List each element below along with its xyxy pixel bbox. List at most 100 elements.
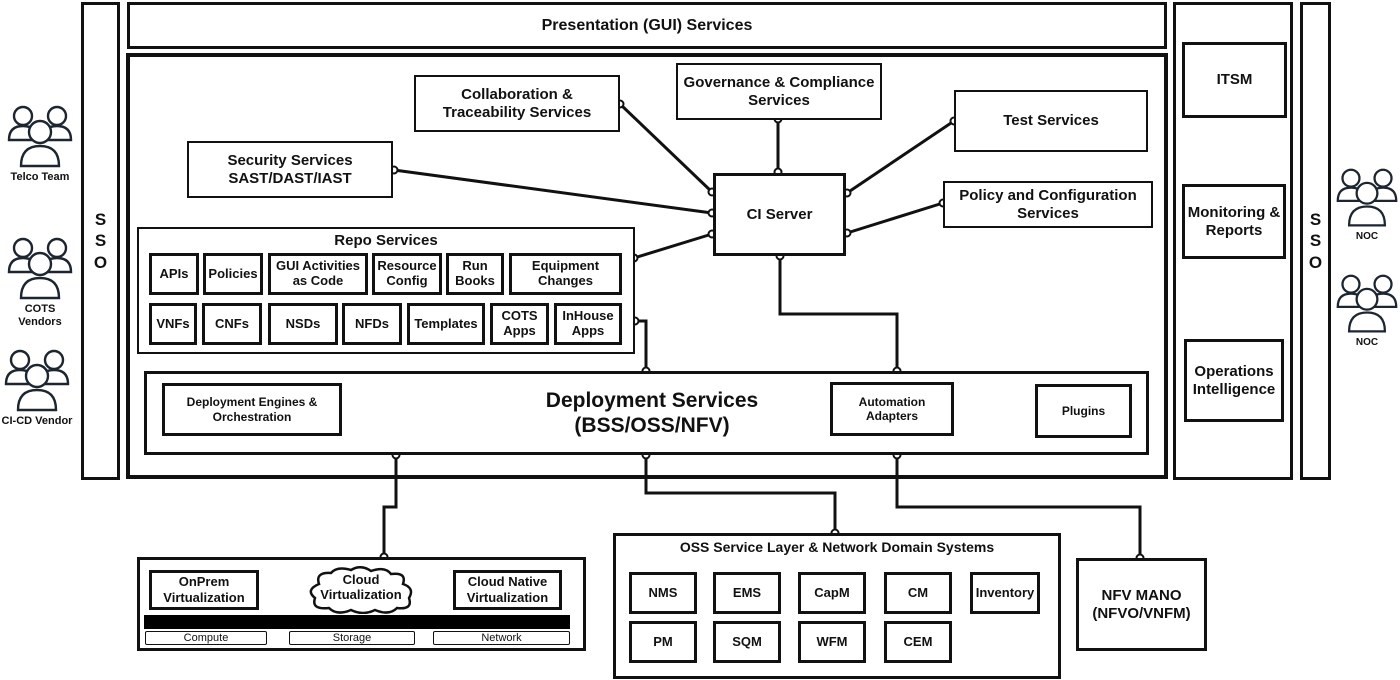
user-group-icon <box>7 105 73 168</box>
policy-label: Policy and Configuration Services <box>959 186 1137 222</box>
oss-system-nms: NMS <box>629 572 697 614</box>
oss-system-capm: CapM <box>798 572 866 614</box>
engines-label: Deployment Engines & Orchestration <box>186 395 318 424</box>
onprem-virtualization: OnPrem Virtualization <box>149 570 259 610</box>
policy-configuration-services: Policy and Configuration Services <box>943 181 1153 228</box>
resource-storage: Storage <box>289 631 415 645</box>
oss-system-sqm: SQM <box>713 621 781 663</box>
actor-label: CI-CD Vendor <box>1 415 73 427</box>
onprem-label: OnPrem Virtualization <box>163 574 245 605</box>
user-group-icon <box>4 349 70 412</box>
repo-item-label: NFDs <box>355 315 389 331</box>
deployment-title: Deployment Services (BSS/OSS/NFV) <box>487 388 817 438</box>
governance-compliance-services: Governance & Compliance Services <box>676 63 882 120</box>
actor-telco-team: Telco Team <box>0 104 80 184</box>
repo-item-cnfs: CNFs <box>202 303 262 345</box>
actor-label: COTS Vendors <box>18 303 62 328</box>
actor-noc-2: NOC <box>1327 272 1400 349</box>
oss-system-cem: CEM <box>884 621 952 663</box>
operations-intelligence: Operations Intelligence <box>1184 339 1284 422</box>
sso-letter: O <box>93 252 108 272</box>
compute-label: Compute <box>183 632 229 644</box>
actor-label: NOC <box>1355 231 1379 242</box>
repo-item-label: APIs <box>159 265 189 281</box>
actor-noc-1: NOC <box>1327 166 1400 243</box>
cloud-virtualization: Cloud Virtualization <box>305 566 417 614</box>
repo-item-label: GUI Activities as Code <box>275 258 361 288</box>
repo-item-label: Resource Config <box>377 258 437 288</box>
repo-item-label: COTS Apps <box>501 308 538 338</box>
oss-system-cm: CM <box>884 572 952 614</box>
sso-letter: S <box>1309 210 1322 230</box>
nfv-mano-label: NFV MANO <box>1101 586 1182 604</box>
repo-item-label: NSDs <box>285 315 321 331</box>
repo-item-label: CNFs <box>215 315 249 331</box>
repo-item-templates: Templates <box>407 303 485 345</box>
repo-item-equipment-changes: Equipment Changes <box>509 253 622 295</box>
cloudnative-label: Cloud Native Virtualization <box>466 574 549 605</box>
repo-item-nsds: NSDs <box>268 303 338 345</box>
oss-title: OSS Service Layer & Network Domain Syste… <box>679 539 995 555</box>
sso-letter: S <box>1309 231 1322 251</box>
repo-item-label: Equipment Changes <box>531 258 600 288</box>
oss-system-label: CM <box>907 585 929 601</box>
repo-item-resource-config: Resource Config <box>372 253 442 295</box>
deployment-title-line1: Deployment Services <box>545 389 759 412</box>
test-label: Test Services <box>1003 112 1099 129</box>
monitoring-label: Monitoring & Reports <box>1187 203 1281 239</box>
network-label: Network <box>481 632 522 644</box>
repo-item-vnfs: VNFs <box>149 303 197 345</box>
security-label: Security Services SAST/DAST/IAST <box>227 151 353 187</box>
presentation-label: Presentation (GUI) Services <box>541 16 753 34</box>
actor-label: NOC <box>1355 337 1379 348</box>
repo-item-cots-apps: COTS Apps <box>490 303 549 345</box>
actor-label: Telco Team <box>10 171 70 183</box>
resource-compute: Compute <box>145 631 267 645</box>
ci-server-label: CI Server <box>746 205 813 223</box>
repo-item-nfds: NFDs <box>342 303 402 345</box>
oss-system-label: SQM <box>732 634 762 650</box>
plugins-label: Plugins <box>1061 403 1106 418</box>
deployment-title-line2: (BSS/OSS/NFV) <box>574 414 730 438</box>
oss-system-label: CEM <box>903 634 933 650</box>
cloud-native-virtualization: Cloud Native Virtualization <box>453 570 562 610</box>
repo-item-gui-activities-as-code: GUI Activities as Code <box>268 253 368 295</box>
nfv-mano-sublabel: (NFVO/VNFM) <box>1092 604 1191 622</box>
resource-network: Network <box>433 631 570 645</box>
oss-system-inventory: Inventory <box>970 572 1040 614</box>
collaboration-traceability-services: Collaboration & Traceability Services <box>414 75 620 132</box>
repo-item-run-books: Run Books <box>446 253 504 295</box>
oss-system-wfm: WFM <box>798 621 866 663</box>
plugins: Plugins <box>1035 384 1132 438</box>
infrastructure-bar <box>144 615 570 629</box>
repo-item-label: VNFs <box>156 315 190 331</box>
repo-item-label: Templates <box>414 315 478 331</box>
repo-item-inhouse-apps: InHouse Apps <box>554 303 622 345</box>
user-group-icon <box>1336 168 1398 227</box>
oss-system-label: WFM <box>816 634 848 650</box>
oss-system-label: CapM <box>814 585 850 601</box>
ci-server: CI Server <box>713 173 846 256</box>
repo-item-label: Run Books <box>455 258 495 288</box>
test-services: Test Services <box>954 90 1148 152</box>
oss-system-label: EMS <box>732 585 762 601</box>
repo-item-policies: Policies <box>203 253 263 295</box>
deployment-engines-orchestration: Deployment Engines & Orchestration <box>162 383 342 436</box>
governance-label: Governance & Compliance Services <box>683 73 875 109</box>
oss-system-label: Inventory <box>975 585 1035 601</box>
storage-label: Storage <box>332 632 372 644</box>
actor-cicd-vendor: CI-CD Vendor <box>0 348 77 428</box>
repo-item-label: InHouse Apps <box>562 308 614 338</box>
repo-services-title: Repo Services <box>334 232 438 249</box>
actor-cots-vendors: COTS Vendors <box>0 236 80 328</box>
adapters-label: Automation Adapters <box>858 394 926 423</box>
oss-system-ems: EMS <box>713 572 781 614</box>
monitoring-reports: Monitoring & Reports <box>1182 184 1286 259</box>
security-services: Security Services SAST/DAST/IAST <box>187 141 393 198</box>
user-group-icon <box>1336 274 1398 333</box>
repo-item-label: Policies <box>208 265 258 281</box>
oss-system-label: NMS <box>648 585 678 601</box>
itsm: ITSM <box>1182 42 1287 118</box>
sso-letter: O <box>1308 252 1323 272</box>
sso-left-bar: S S O <box>81 2 120 480</box>
